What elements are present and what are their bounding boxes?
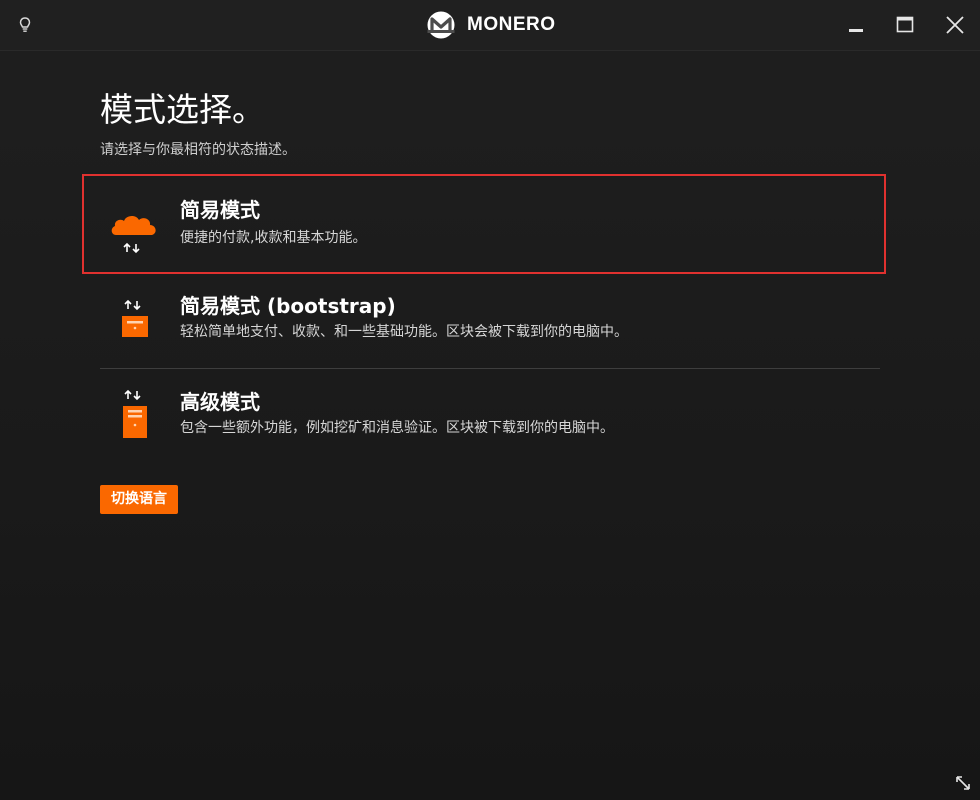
mode-title-advanced: 高级模式 <box>180 390 260 414</box>
mode-option-simple[interactable]: 简易模式 便捷的付款,收款和基本功能。 <box>100 178 880 272</box>
resize-arrows-icon[interactable] <box>954 774 972 792</box>
mode-description-simple: 便捷的付款,收款和基本功能。 <box>180 230 367 246</box>
brand: MONERO <box>427 11 556 39</box>
lightbulb-icon[interactable] <box>14 14 36 36</box>
mode-title-simple: 简易模式 <box>180 198 260 222</box>
mode-option-bootstrap[interactable]: 简易模式 (bootstrap) 轻松简单地支付、收款、和一些基础功能。区块会被… <box>100 274 880 368</box>
small-server-sync-icon <box>122 299 148 337</box>
change-language-button[interactable]: 切换语言 <box>100 485 178 514</box>
monero-logo-icon <box>427 11 455 39</box>
tall-server-sync-icon <box>123 389 147 438</box>
cloud-sync-icon <box>111 215 156 254</box>
page-title: 模式选择。 <box>100 90 265 129</box>
divider <box>100 368 880 369</box>
title-bar: MONERO <box>0 0 980 51</box>
mode-option-advanced[interactable]: 高级模式 包含一些额外功能，例如挖矿和消息验证。区块被下载到你的电脑中。 <box>100 370 880 464</box>
mode-description-advanced: 包含一些额外功能，例如挖矿和消息验证。区块被下载到你的电脑中。 <box>180 420 614 436</box>
maximize-icon[interactable] <box>892 12 918 38</box>
page-subtitle: 请选择与你最相符的状态描述。 <box>100 142 296 158</box>
brand-name: MONERO <box>467 14 556 35</box>
divider <box>100 272 880 273</box>
mode-description-bootstrap: 轻松简单地支付、收款、和一些基础功能。区块会被下载到你的电脑中。 <box>180 324 628 340</box>
close-icon[interactable] <box>942 12 968 38</box>
wallet-window: MONERO 模式选择。 请选择与你最相符的状态描述。 简易模式 便捷的付款,收… <box>0 0 980 800</box>
minimize-icon[interactable] <box>843 12 869 38</box>
mode-title-bootstrap: 简易模式 (bootstrap) <box>180 294 396 318</box>
